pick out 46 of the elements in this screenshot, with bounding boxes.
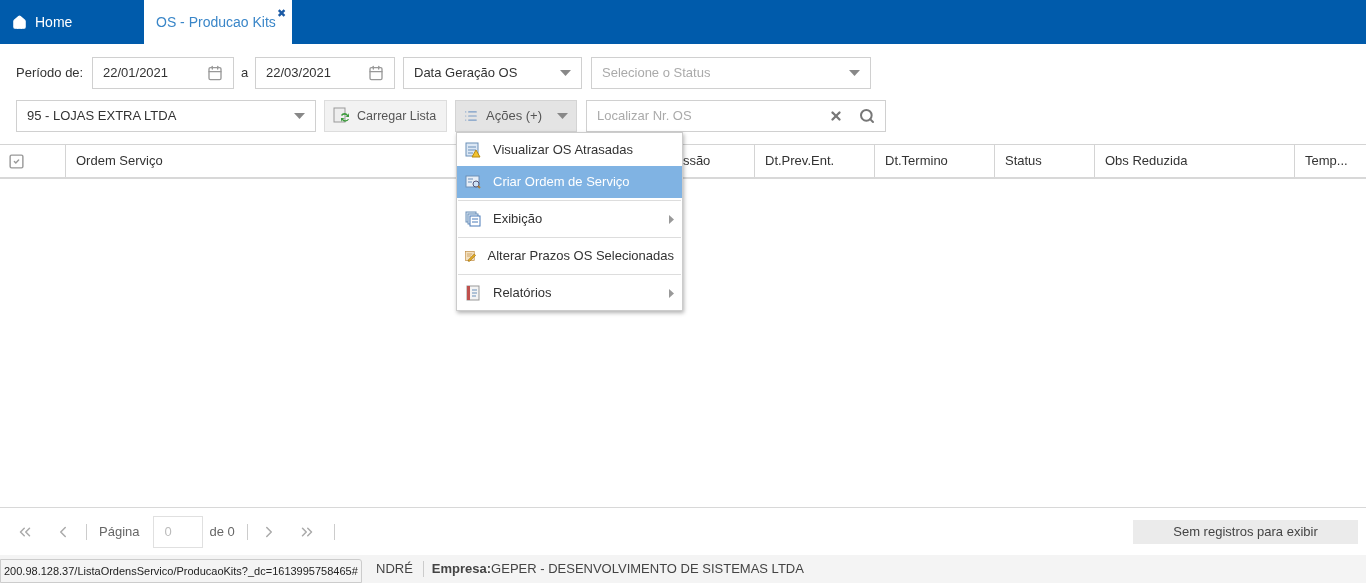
company-select[interactable]: 95 - LOJAS EXTRA LTDA xyxy=(16,100,316,132)
report-book-icon xyxy=(465,285,481,301)
actions-button[interactable]: Ações (+) xyxy=(455,100,577,132)
menu-item[interactable]: Relatórios xyxy=(457,277,682,309)
search-icon[interactable] xyxy=(859,108,875,124)
column-header[interactable]: Status xyxy=(1005,151,1042,171)
calendar-icon[interactable] xyxy=(207,65,223,81)
url-tooltip: 200.98.128.37/ListaOrdensServico/ProducaoKits?_dc=1613995758465# xyxy=(0,559,362,583)
date-type-select[interactable]: Data Geração OS xyxy=(403,57,582,89)
submenu-arrow-icon xyxy=(669,214,674,224)
tab[interactable]: Home xyxy=(0,0,140,44)
caret-icon xyxy=(849,70,860,76)
load-list-button[interactable]: Carregar Lista xyxy=(324,100,447,132)
column-header[interactable]: Temp... xyxy=(1305,151,1348,171)
menu-item[interactable]: Visualizar OS Atrasadas xyxy=(457,134,682,166)
submenu-arrow-icon xyxy=(669,288,674,298)
range-separator: a xyxy=(239,64,250,83)
warning-table-icon xyxy=(465,142,481,158)
edit-form-icon xyxy=(465,248,476,264)
refresh-icon xyxy=(333,107,351,125)
date-field[interactable]: 22/01/2021 xyxy=(92,57,234,89)
period-label: Período de: xyxy=(16,64,85,83)
page-count: de 0 xyxy=(209,522,235,541)
company-info: Empresa:GEPER - DESENVOLVIMENTO DE SISTEMAS LTDA xyxy=(431,560,804,579)
records-info: Sem registros para exibir xyxy=(1133,519,1358,544)
user-name: NDRÉ xyxy=(376,560,413,579)
menu-item[interactable]: Exibição xyxy=(457,203,682,235)
caret-icon xyxy=(557,113,568,119)
select-all-checkbox[interactable] xyxy=(8,152,25,170)
column-header[interactable]: Dt.Termino xyxy=(885,151,948,171)
column-header[interactable]: Dt.Prev.Ent. xyxy=(765,151,835,171)
calendar-icon[interactable] xyxy=(368,65,384,81)
column-header[interactable]: Obs Reduzida xyxy=(1105,151,1188,171)
close-tab-button[interactable]: ✖ xyxy=(277,8,286,19)
date-field[interactable]: 22/03/2021 xyxy=(255,57,395,89)
page-label: Página xyxy=(99,522,140,541)
list-icon xyxy=(464,109,478,123)
caret-icon xyxy=(294,113,305,119)
home-icon xyxy=(12,14,27,30)
clear-icon[interactable] xyxy=(829,109,843,123)
tab[interactable]: OS - Producao Kits✖ xyxy=(144,0,292,44)
form-search-icon xyxy=(465,174,481,190)
windows-icon xyxy=(465,211,481,227)
column-header[interactable]: Ordem Serviço xyxy=(76,151,163,171)
menu-item[interactable]: Alterar Prazos OS Selecionadas xyxy=(457,240,682,272)
caret-icon xyxy=(560,70,571,76)
